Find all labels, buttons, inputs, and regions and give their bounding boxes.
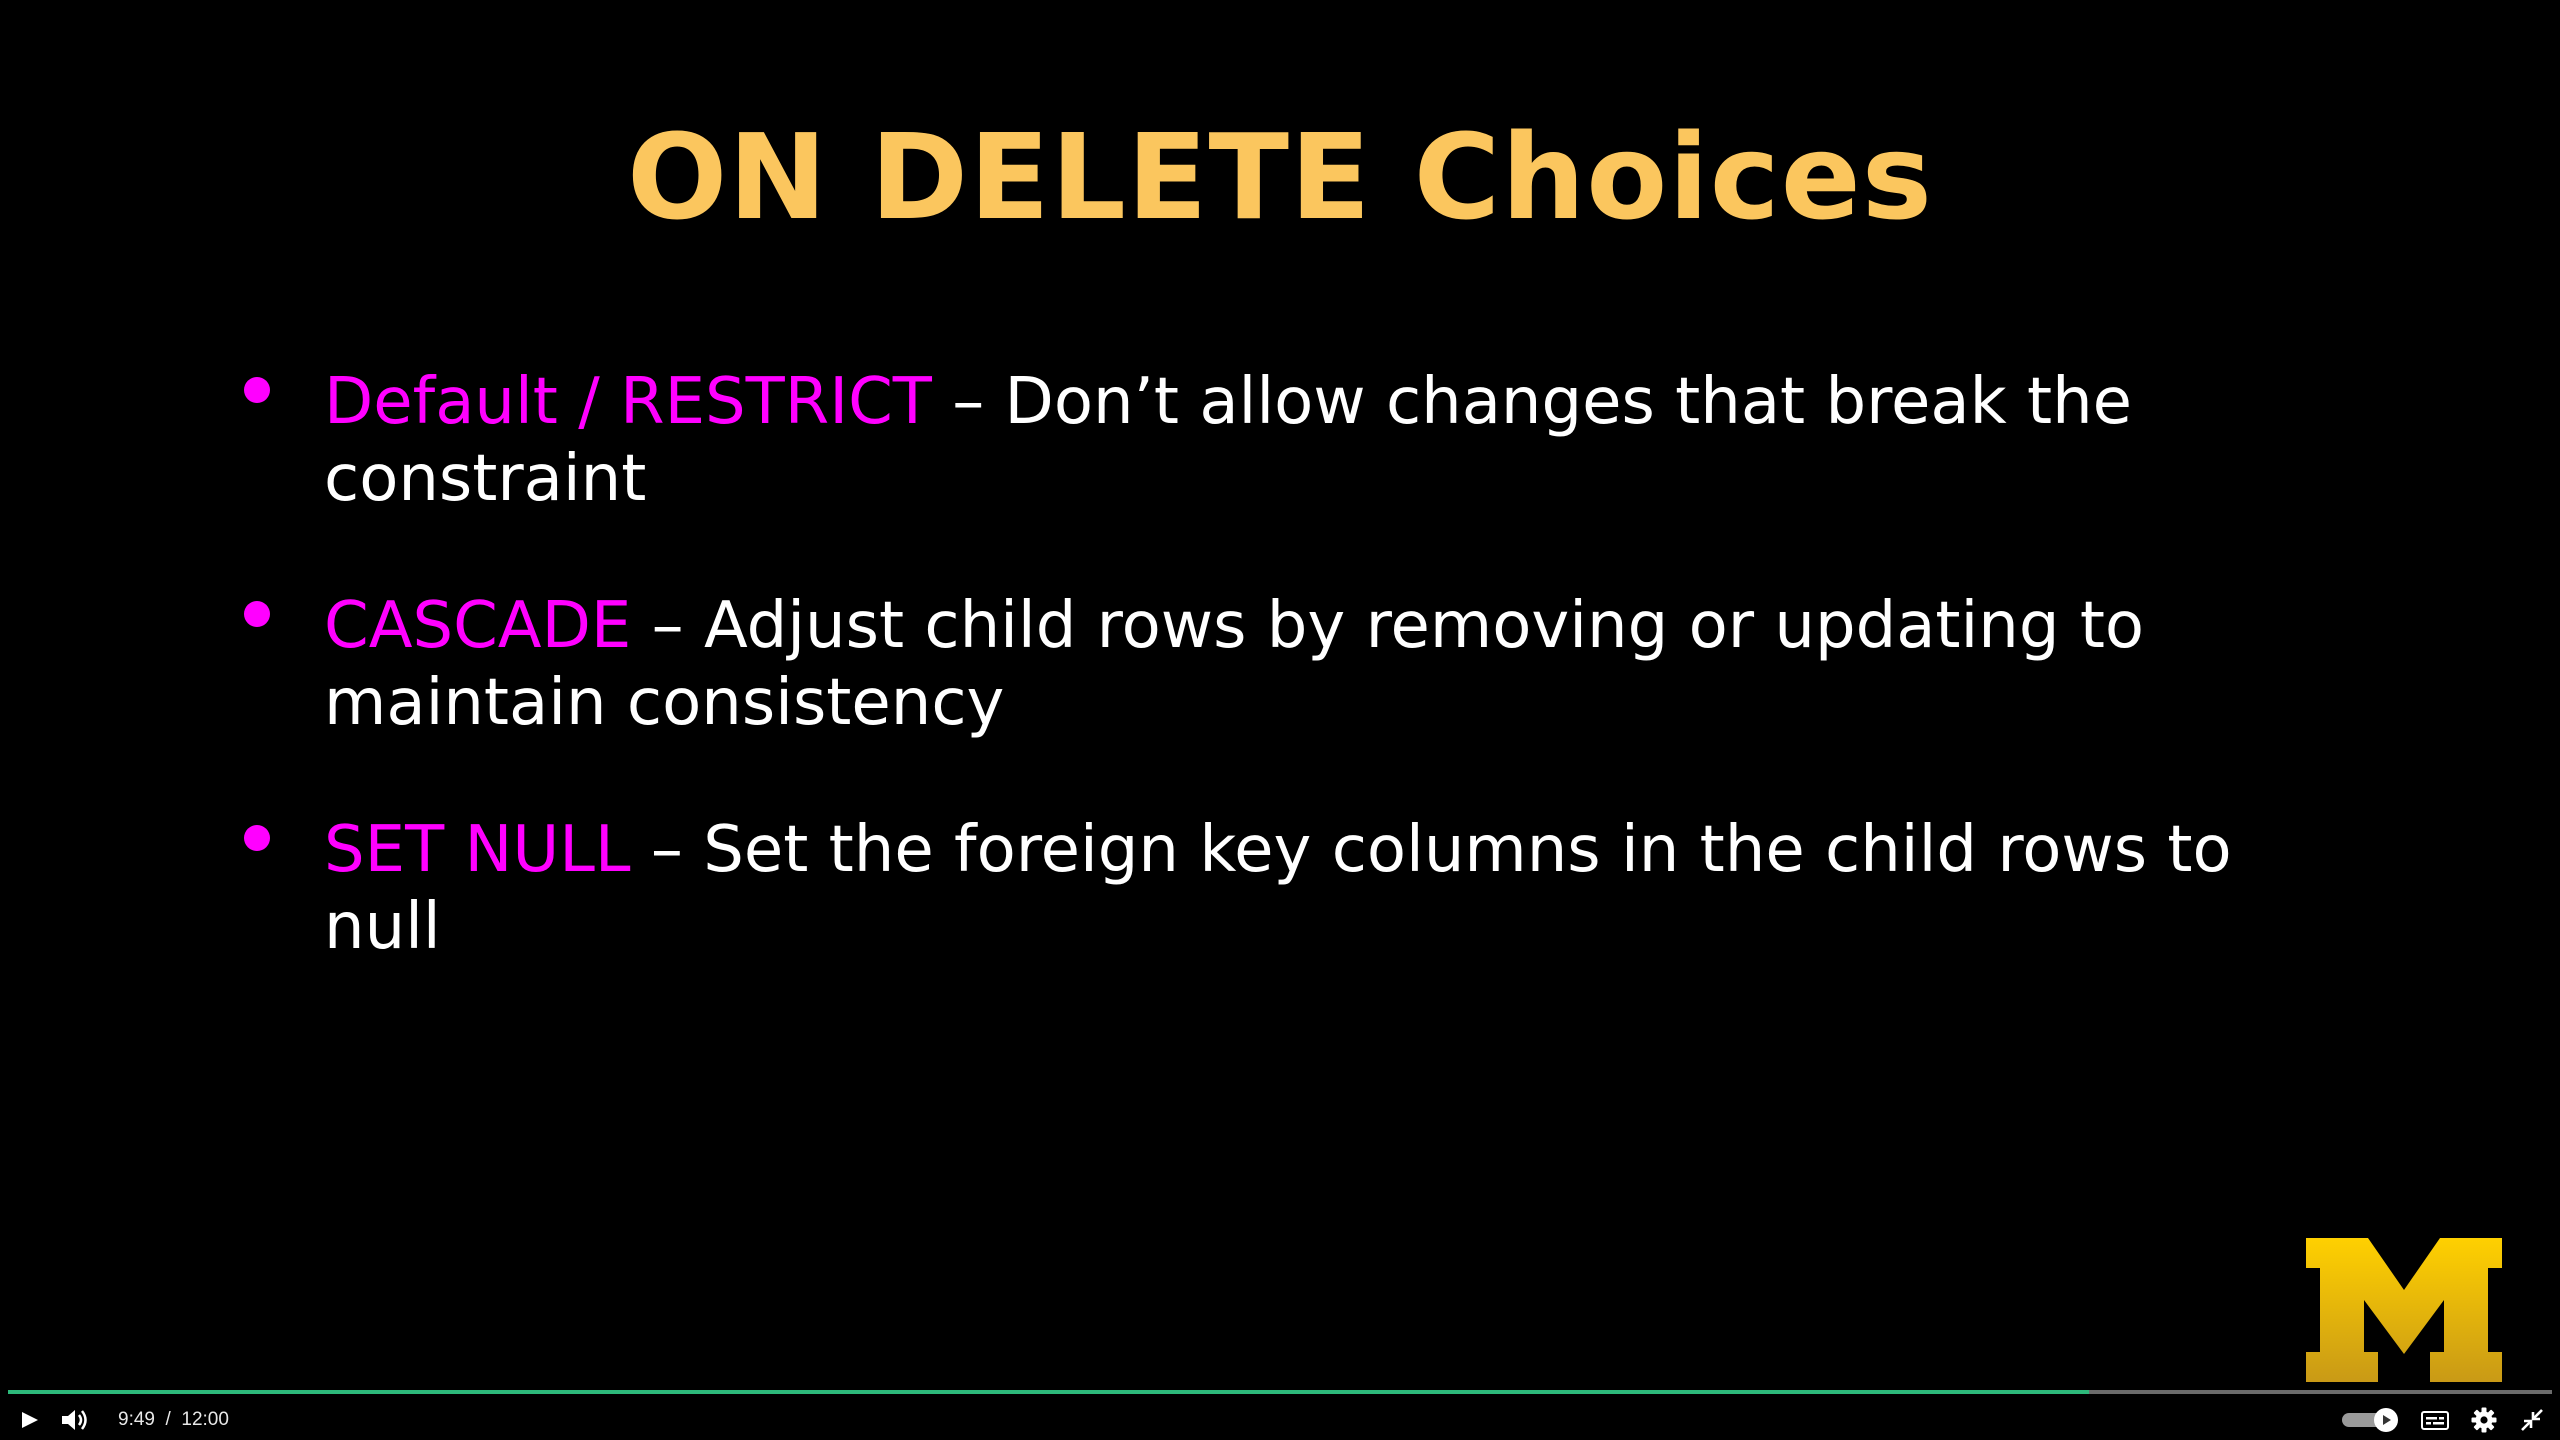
bullet-description: – Don’t allow changes that break the [931,365,2133,439]
bullet-description: – Adjust child rows by removing or updat… [631,589,2145,663]
bullet-term: SET NULL [324,813,631,887]
bullet-item-cascade: CASCADE – Adjust child rows by removing … [324,588,2324,742]
university-block-m-logo [2306,1238,2502,1382]
time-separator: / [165,1409,171,1430]
bullet-term: CASCADE [324,589,632,663]
bullet-item-set-null: SET NULL – Set the foreign key columns i… [324,812,2324,966]
bullet-dot [244,825,270,851]
captions-icon[interactable] [2418,1404,2452,1436]
autoplay-toggle[interactable] [2342,1408,2400,1432]
progress-bar[interactable] [8,1390,2552,1394]
bullet-dot [244,601,270,627]
time-display: 9:49 / 12:00 [118,1406,229,1434]
bullet-item-restrict: Default / RESTRICT – Don’t allow changes… [324,364,2324,518]
video-frame[interactable]: ON DELETE Choices Default / RESTRICT – D… [0,0,2560,1390]
settings-icon[interactable] [2468,1404,2500,1436]
play-icon[interactable] [16,1404,44,1436]
bullet-description-continued: null [324,890,441,964]
bullet-term: Default / RESTRICT [324,365,932,439]
bullet-dot [244,377,270,403]
bullet-list: Default / RESTRICT – Don’t allow changes… [0,0,2560,1390]
video-player-controls: 9:49 / 12:00 [0,1386,2560,1440]
exit-fullscreen-icon[interactable] [2516,1404,2548,1436]
volume-icon[interactable] [58,1404,92,1436]
logo-m-shape [2306,1238,2502,1382]
duration: 12:00 [181,1409,229,1430]
toggle-play-icon [2383,1415,2391,1425]
toggle-knob [2374,1408,2398,1432]
bullet-description: – Set the foreign key columns in the chi… [630,813,2232,887]
progress-played [8,1390,2089,1394]
bullet-description-continued: maintain consistency [324,666,1005,740]
current-time: 9:49 [118,1409,155,1430]
bullet-description-continued: constraint [324,442,647,516]
